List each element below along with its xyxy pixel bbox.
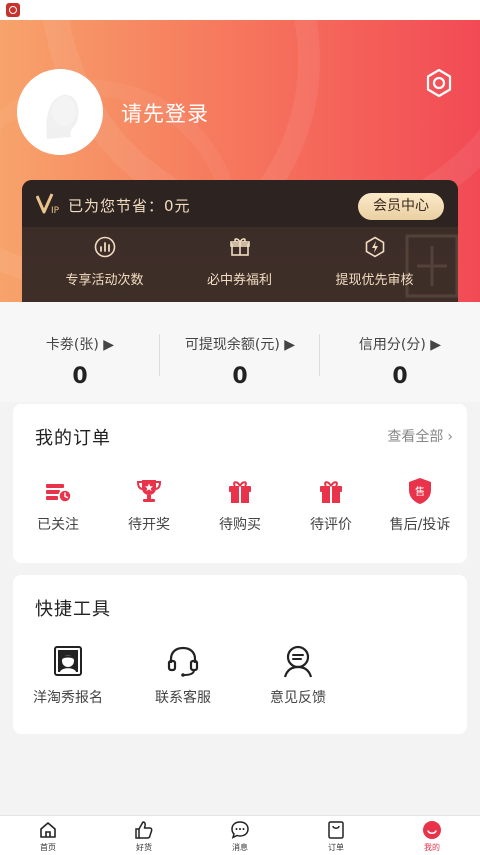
order-item-label: 已关注 (37, 517, 79, 533)
vip-header-bar: IP 已为您节省：0元 会员中心 (22, 180, 458, 227)
bottom-tab-bar: 首页 好货 消息 订单 我的 (0, 815, 480, 855)
order-after-sale[interactable]: 售 售后/投诉 (375, 476, 465, 534)
headset-icon (167, 646, 199, 677)
tool-feedback[interactable]: 意见反馈 (243, 643, 353, 707)
profile-face-icon (423, 821, 441, 839)
order-followed[interactable]: 已关注 (13, 476, 103, 534)
order-pending-draw[interactable]: 待开奖 (104, 476, 194, 534)
order-item-label: 待购买 (219, 517, 261, 533)
play-arrow-icon: ▶ (98, 337, 115, 353)
vip-benefit-label: 必中券福利 (206, 273, 272, 288)
member-center-button[interactable]: 会员中心 (358, 193, 444, 220)
tab-label: 我的 (424, 843, 440, 852)
order-item-label: 售后/投诉 (389, 517, 451, 533)
tools-title: 快捷工具 (35, 599, 111, 620)
tool-label: 意见反馈 (270, 690, 326, 706)
tab-orders[interactable]: 订单 (288, 820, 384, 853)
svg-text:IP: IP (51, 206, 60, 216)
stat-coupons[interactable]: 卡劵(张) ▶ 0 (0, 334, 160, 389)
tab-label: 好货 (136, 843, 152, 852)
vip-logo-icon: IP (36, 193, 60, 216)
view-all-orders-link[interactable]: 查看全部 › (387, 426, 453, 446)
gift-icon (229, 238, 250, 256)
avatar[interactable] (17, 69, 103, 155)
play-arrow-icon: ▶ (425, 337, 442, 353)
stat-credit-score[interactable]: 信用分(分) ▶ 0 (320, 334, 480, 389)
order-pending-review[interactable]: 待评价 (286, 476, 376, 534)
tool-show-signup[interactable]: 洋淘秀报名 (13, 643, 123, 707)
account-stats: 卡劵(张) ▶ 0 可提现余额(元) ▶ 0 信用分(分) ▶ 0 (0, 302, 480, 402)
tool-label: 洋淘秀报名 (33, 690, 103, 706)
vip-benefit-coupons[interactable]: 必中券福利 (167, 236, 312, 296)
tab-messages[interactable]: 消息 (192, 820, 288, 853)
app-notification-icon (6, 3, 20, 17)
tool-label: 联系客服 (155, 690, 211, 706)
order-item-label: 待开奖 (128, 517, 170, 533)
stat-withdrawable-balance[interactable]: 可提现余额(元) ▶ 0 (160, 334, 320, 389)
feedback-person-icon (283, 645, 313, 678)
gift-box-icon (320, 481, 342, 503)
order-pending-purchase[interactable]: 待购买 (195, 476, 285, 534)
after-sale-shield-icon: 售 (409, 478, 431, 504)
tab-mine[interactable]: 我的 (384, 820, 480, 853)
stat-label: 卡劵(张) (45, 337, 99, 353)
avatar-placeholder-icon (17, 69, 103, 155)
lightning-shield-icon (365, 236, 384, 258)
order-bag-icon (328, 821, 344, 839)
tab-label: 订单 (328, 843, 344, 852)
orders-card: 我的订单 查看全部 › 已关注 待开奖 待购买 待评价 售 售后/投诉 (13, 404, 467, 563)
tool-customer-service[interactable]: 联系客服 (128, 643, 238, 707)
play-arrow-icon: ▶ (279, 337, 296, 353)
vip-card: IP 已为您节省：0元 会员中心 专享活动次数 必中券福利 提现优先审核 (22, 180, 458, 302)
stat-label: 可提现余额(元) (184, 337, 280, 353)
tab-label: 首页 (40, 843, 56, 852)
gift-box-icon (229, 481, 251, 503)
stat-value: 0 (72, 364, 88, 389)
followed-icon (46, 484, 72, 503)
tab-good-items[interactable]: 好货 (96, 820, 192, 853)
photo-frame-icon (54, 646, 82, 676)
thumbs-up-icon (135, 821, 153, 839)
orders-title: 我的订单 (35, 428, 111, 449)
tab-label: 消息 (232, 843, 248, 852)
divider (319, 334, 320, 376)
chevron-right-icon: › (447, 429, 453, 445)
order-item-label: 待评价 (310, 517, 352, 533)
chart-icon (94, 236, 115, 258)
vip-benefit-label: 专享活动次数 (65, 273, 144, 288)
settings-icon[interactable] (424, 68, 454, 98)
svg-text:售: 售 (415, 485, 425, 498)
trophy-icon (136, 480, 162, 502)
vip-benefit-priority-review[interactable]: 提现优先审核 (302, 236, 447, 296)
vip-benefit-activities[interactable]: 专享活动次数 (32, 236, 177, 296)
stat-value: 0 (392, 364, 408, 389)
tab-home[interactable]: 首页 (0, 820, 96, 853)
stat-value: 0 (232, 364, 248, 389)
view-all-label: 查看全部 (387, 429, 444, 445)
tools-card: 快捷工具 洋淘秀报名 联系客服 意见反馈 (13, 575, 467, 734)
login-prompt[interactable]: 请先登录 (121, 98, 209, 128)
vip-benefit-label: 提现优先审核 (335, 273, 414, 288)
message-icon (231, 821, 249, 839)
divider (159, 334, 160, 376)
status-bar (0, 0, 480, 20)
stat-label: 信用分(分) (358, 337, 426, 353)
vip-savings-text: 已为您节省：0元 (68, 197, 191, 215)
home-icon (40, 822, 56, 838)
